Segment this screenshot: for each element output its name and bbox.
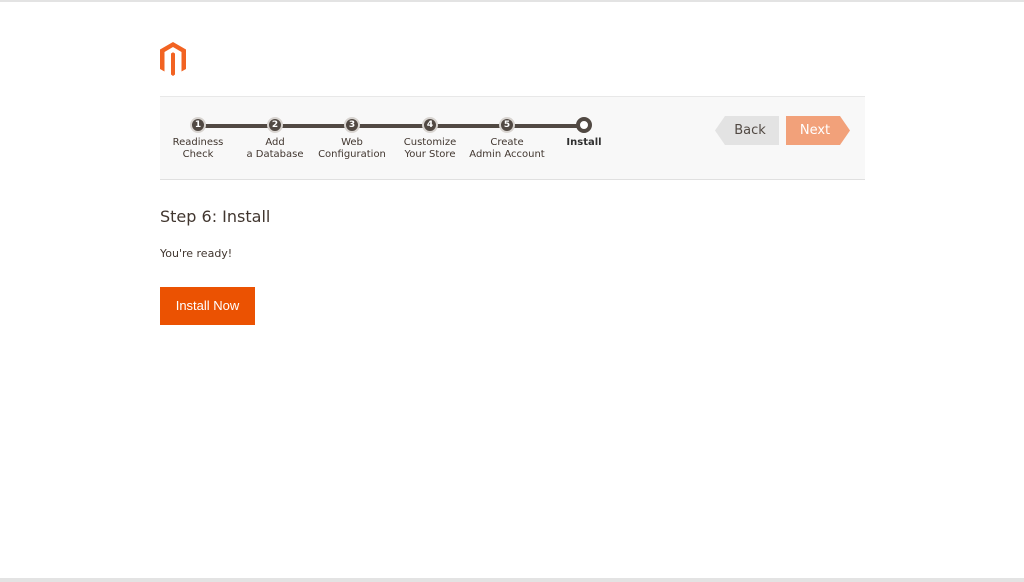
- step-marker: 2: [267, 117, 283, 133]
- step-label: Install: [534, 137, 634, 149]
- step-label-line2: Admin Account: [469, 149, 545, 160]
- step-marker: 4: [422, 117, 438, 133]
- page-title: Step 6: Install: [160, 207, 271, 226]
- magento-logo: [160, 42, 186, 76]
- step-label-line1: Install: [566, 137, 602, 148]
- step-marker: [576, 117, 592, 133]
- step-marker: 3: [344, 117, 360, 133]
- step-marker: 1: [190, 117, 206, 133]
- step-marker: 5: [499, 117, 515, 133]
- progress-step: Install: [534, 117, 634, 149]
- back-button[interactable]: Back: [715, 116, 779, 145]
- install-now-button[interactable]: Install Now: [160, 287, 255, 325]
- next-button[interactable]: Next: [786, 116, 850, 145]
- ready-message: You're ready!: [160, 247, 233, 260]
- progress-panel: 1 Readiness Check 2 Add a Database 3 Web Conf…: [160, 96, 865, 180]
